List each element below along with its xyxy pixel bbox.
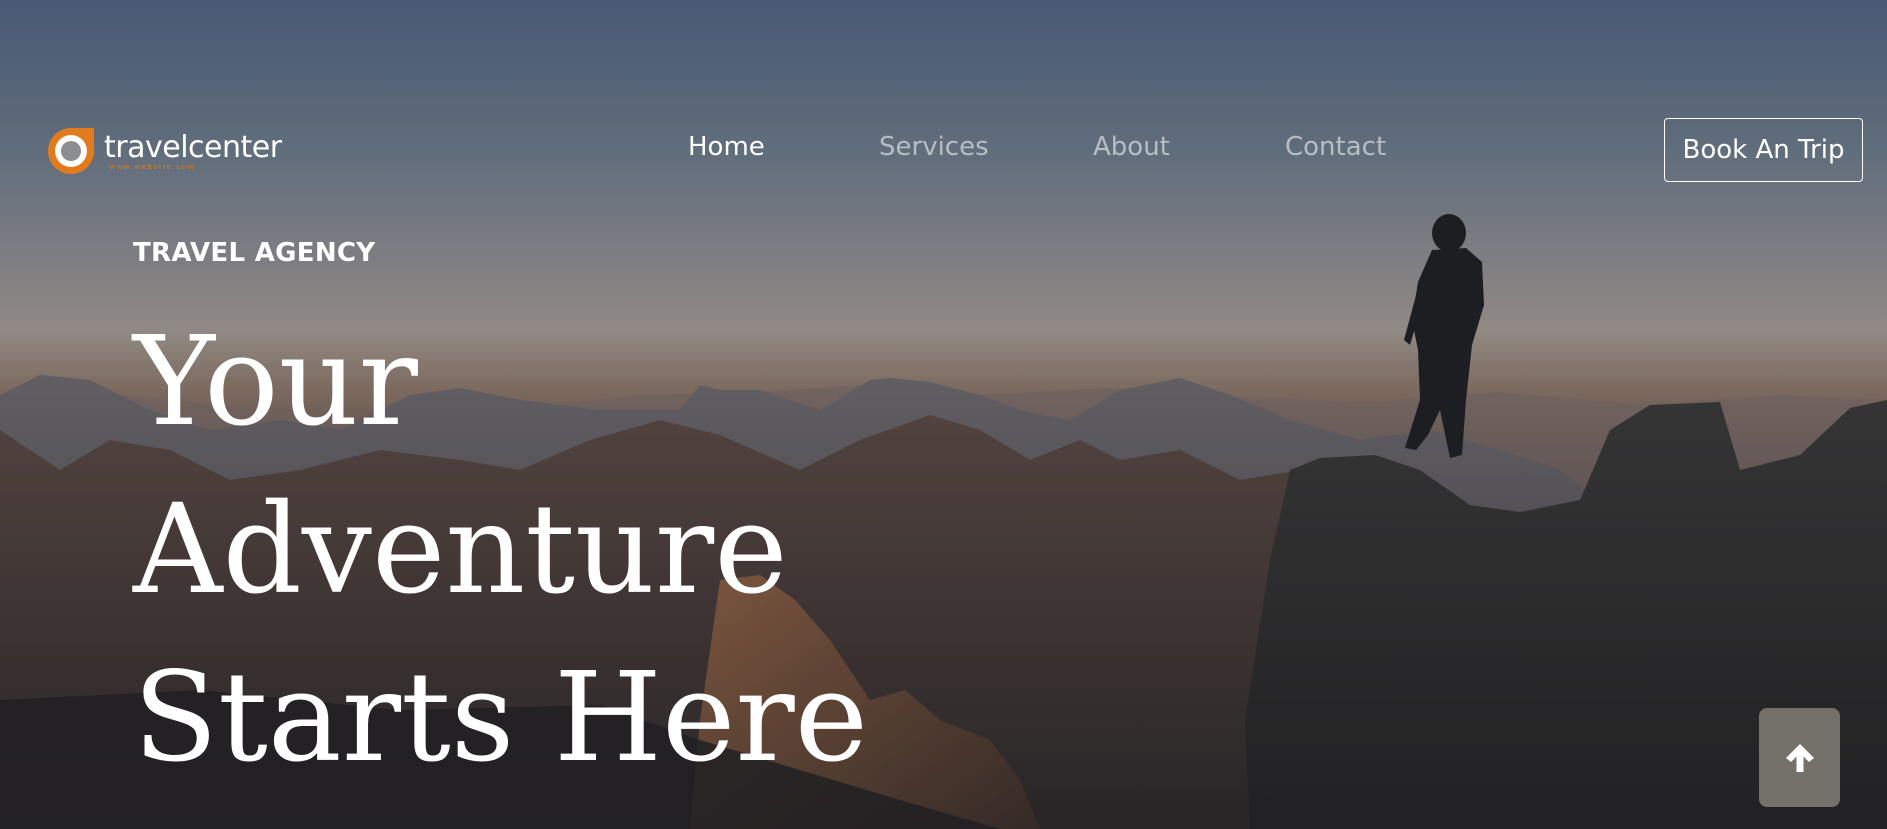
hero-headline-line: Your: [133, 310, 418, 454]
book-trip-button[interactable]: Book An Trip: [1664, 118, 1863, 182]
brand-tagline: www.website.com: [110, 163, 196, 171]
main-nav: Home Services About Contact: [688, 132, 1386, 162]
arrow-up-icon: [1785, 743, 1814, 772]
travelcenter-logo-icon: [48, 128, 94, 174]
brand-name: travelcenter: [104, 129, 282, 165]
nav-about-link[interactable]: About: [1093, 132, 1285, 162]
hero-headline-line: Starts Here: [133, 646, 869, 790]
nav-services-link[interactable]: Services: [879, 132, 1093, 162]
hero-eyebrow: TRAVEL AGENCY: [133, 238, 376, 268]
hero-headline: Your Adventure Starts Here: [133, 298, 868, 802]
brand-logo[interactable]: travelcenter www.website.com: [44, 124, 282, 178]
hero-headline-line: Adventure: [133, 478, 788, 622]
nav-contact-link[interactable]: Contact: [1285, 132, 1386, 162]
nav-home-link[interactable]: Home: [688, 132, 879, 162]
back-to-top-button[interactable]: [1759, 708, 1840, 807]
